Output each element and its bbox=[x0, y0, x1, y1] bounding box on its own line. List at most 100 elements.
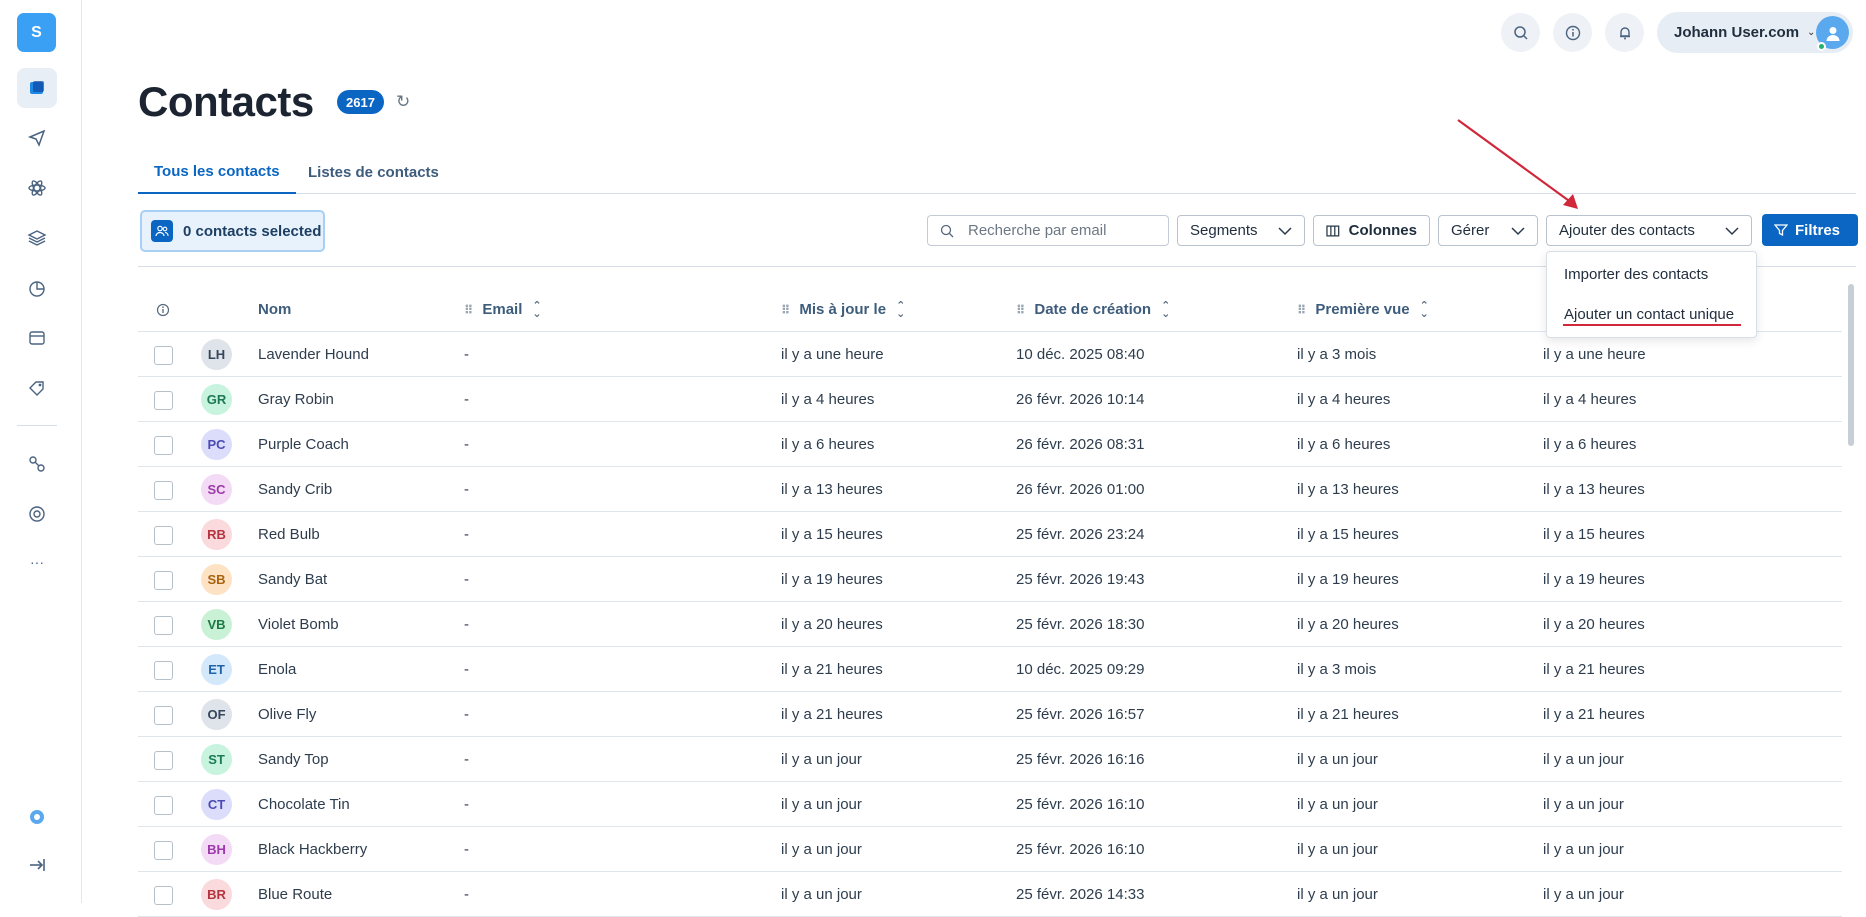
row-checkbox[interactable] bbox=[154, 346, 173, 365]
row-checkbox[interactable] bbox=[154, 571, 173, 590]
drag-handle-icon[interactable]: ⠿ bbox=[464, 303, 473, 317]
table-row[interactable]: OF Olive Fly - il y a 21 heures 25 févr. 202… bbox=[138, 692, 1842, 737]
nav-more-icon[interactable]: ··· bbox=[17, 542, 57, 582]
row-checkbox[interactable] bbox=[154, 751, 173, 770]
refresh-icon[interactable]: ↻ bbox=[396, 92, 410, 112]
bell-icon[interactable] bbox=[1605, 13, 1644, 52]
selected-count-label: 0 contacts selected bbox=[183, 222, 322, 240]
table-row[interactable]: CT Chocolate Tin - il y a un jour 25 févr. 2… bbox=[138, 782, 1842, 827]
drag-handle-icon[interactable]: ⠿ bbox=[1016, 303, 1025, 317]
avatar: SB bbox=[201, 564, 232, 595]
filters-button[interactable]: Filtres bbox=[1762, 214, 1858, 246]
first-seen: il y a 19 heures bbox=[1297, 571, 1399, 588]
contact-name[interactable]: Blue Route bbox=[258, 872, 332, 917]
contact-name[interactable]: Violet Bomb bbox=[258, 602, 339, 647]
row-checkbox[interactable] bbox=[154, 526, 173, 545]
nav-integrations-icon[interactable] bbox=[17, 444, 57, 484]
drag-handle-icon[interactable]: ⠿ bbox=[1297, 303, 1306, 317]
menu-item-add-single-contact[interactable]: Ajouter un contact unique bbox=[1564, 306, 1734, 323]
table-row[interactable]: ST Sandy Top - il y a un jour 25 févr. 2026 … bbox=[138, 737, 1842, 782]
contact-name[interactable]: Enola bbox=[258, 647, 296, 692]
contact-name[interactable]: Sandy Crib bbox=[258, 467, 332, 512]
contact-name[interactable]: Lavender Hound bbox=[258, 332, 369, 377]
contact-name[interactable]: Sandy Bat bbox=[258, 557, 327, 602]
column-header-updated[interactable]: ⠿ Mis à jour le ⌃ ⌄ bbox=[781, 287, 905, 332]
column-header-created[interactable]: ⠿ Date de création ⌃ ⌄ bbox=[1016, 287, 1170, 332]
table-row[interactable]: VB Violet Bomb - il y a 20 heures 25 févr. 2… bbox=[138, 602, 1842, 647]
columns-label: Colonnes bbox=[1348, 222, 1417, 239]
table-row[interactable]: GR Gray Robin - il y a 4 heures 26 févr. 202… bbox=[138, 377, 1842, 422]
contact-name[interactable]: Gray Robin bbox=[258, 377, 334, 422]
table-row[interactable]: BH Black Hackberry - il y a un jour 25 févr.… bbox=[138, 827, 1842, 872]
search-icon[interactable] bbox=[1501, 13, 1540, 52]
row-checkbox[interactable] bbox=[154, 436, 173, 455]
table-row[interactable]: SB Sandy Bat - il y a 19 heures 25 févr. 202… bbox=[138, 557, 1842, 602]
row-checkbox[interactable] bbox=[154, 391, 173, 410]
created-at: 25 févr. 2026 16:10 bbox=[1016, 796, 1145, 813]
column-header-email[interactable]: ⠿ Email ⌃ ⌄ bbox=[464, 287, 542, 332]
contact-name[interactable]: Black Hackberry bbox=[258, 827, 367, 872]
nav-templates-icon[interactable] bbox=[17, 318, 57, 358]
avatar: SC bbox=[201, 474, 232, 505]
manage-dropdown[interactable]: Gérer bbox=[1438, 215, 1538, 246]
last-activity: il y a 6 heures bbox=[1543, 436, 1637, 453]
nav-automation-icon[interactable] bbox=[17, 168, 57, 208]
nav-help-icon[interactable] bbox=[17, 797, 57, 837]
tab-all-contacts[interactable]: Tous les contacts bbox=[138, 150, 296, 194]
avatar: ET bbox=[201, 654, 232, 685]
row-checkbox[interactable] bbox=[154, 796, 173, 815]
last-activity: il y a une heure bbox=[1543, 346, 1646, 363]
sort-icon[interactable]: ⌃ ⌄ bbox=[896, 300, 905, 319]
contact-name[interactable]: Olive Fly bbox=[258, 692, 316, 737]
column-header-first-seen[interactable]: ⠿ Première vue ⌃ ⌄ bbox=[1297, 287, 1429, 332]
row-checkbox[interactable] bbox=[154, 661, 173, 680]
column-header-name[interactable]: Nom bbox=[258, 287, 291, 332]
app-logo[interactable]: S bbox=[17, 13, 56, 52]
created-at: 10 déc. 2025 08:40 bbox=[1016, 346, 1145, 363]
contact-name[interactable]: Red Bulb bbox=[258, 512, 320, 557]
nav-reports-icon[interactable] bbox=[17, 268, 57, 308]
nav-campaigns-icon[interactable] bbox=[17, 118, 57, 158]
add-contacts-menu: Importer des contacts Ajouter un contact… bbox=[1546, 251, 1757, 338]
row-checkbox[interactable] bbox=[154, 706, 173, 725]
row-checkbox[interactable] bbox=[154, 481, 173, 500]
contact-name[interactable]: Purple Coach bbox=[258, 422, 349, 467]
nav-layers-icon[interactable] bbox=[17, 218, 57, 258]
scrollbar[interactable] bbox=[1848, 284, 1854, 446]
drag-handle-icon[interactable]: ⠿ bbox=[781, 303, 790, 317]
info-icon[interactable] bbox=[156, 287, 170, 332]
nav-contacts-icon[interactable] bbox=[17, 68, 57, 108]
table-row[interactable]: BR Blue Route - il y a un jour 25 févr. 2026… bbox=[138, 872, 1842, 917]
columns-button[interactable]: Colonnes bbox=[1313, 215, 1430, 246]
created-at: 26 févr. 2026 08:31 bbox=[1016, 436, 1145, 453]
table-row[interactable]: RB Red Bulb - il y a 15 heures 25 févr. 2026… bbox=[138, 512, 1842, 557]
table-row[interactable]: PC Purple Coach - il y a 6 heures 26 févr. 2… bbox=[138, 422, 1842, 467]
row-checkbox[interactable] bbox=[154, 886, 173, 905]
sort-icon[interactable]: ⌃ ⌄ bbox=[1161, 300, 1170, 319]
email-search-field[interactable] bbox=[927, 215, 1169, 246]
segments-dropdown[interactable]: Segments bbox=[1177, 215, 1305, 246]
last-activity: il y a 4 heures bbox=[1543, 391, 1637, 408]
row-checkbox[interactable] bbox=[154, 616, 173, 635]
tab-contact-lists[interactable]: Listes de contacts bbox=[292, 150, 455, 194]
nav-deals-icon[interactable] bbox=[17, 368, 57, 408]
contact-name[interactable]: Chocolate Tin bbox=[258, 782, 350, 827]
row-checkbox[interactable] bbox=[154, 841, 173, 860]
avatar: OF bbox=[201, 699, 232, 730]
sort-icon[interactable]: ⌃ ⌄ bbox=[532, 300, 541, 319]
chevron-down-icon: ⌄ bbox=[1807, 27, 1816, 38]
sort-icon[interactable]: ⌃ ⌄ bbox=[1420, 300, 1429, 319]
table-row[interactable]: LH Lavender Hound - il y a une heure 10 déc.… bbox=[138, 332, 1842, 377]
menu-item-import-contacts[interactable]: Importer des contacts bbox=[1564, 266, 1708, 283]
selected-contacts-indicator[interactable]: 0 contacts selected bbox=[140, 210, 325, 252]
contact-name[interactable]: Sandy Top bbox=[258, 737, 329, 782]
nav-support-icon[interactable] bbox=[17, 494, 57, 534]
table-row[interactable]: ET Enola - il y a 21 heures 10 déc. 2025 09:… bbox=[138, 647, 1842, 692]
table-row[interactable]: SC Sandy Crib - il y a 13 heures 26 févr. 20… bbox=[138, 467, 1842, 512]
search-input[interactable] bbox=[968, 222, 1158, 239]
user-menu-button[interactable]: Johann User.com ⌄ bbox=[1657, 12, 1853, 53]
logout-icon[interactable] bbox=[17, 845, 57, 885]
add-contacts-dropdown[interactable]: Ajouter des contacts bbox=[1546, 215, 1752, 246]
info-icon[interactable] bbox=[1553, 13, 1592, 52]
column-label: Date de création bbox=[1034, 301, 1152, 318]
